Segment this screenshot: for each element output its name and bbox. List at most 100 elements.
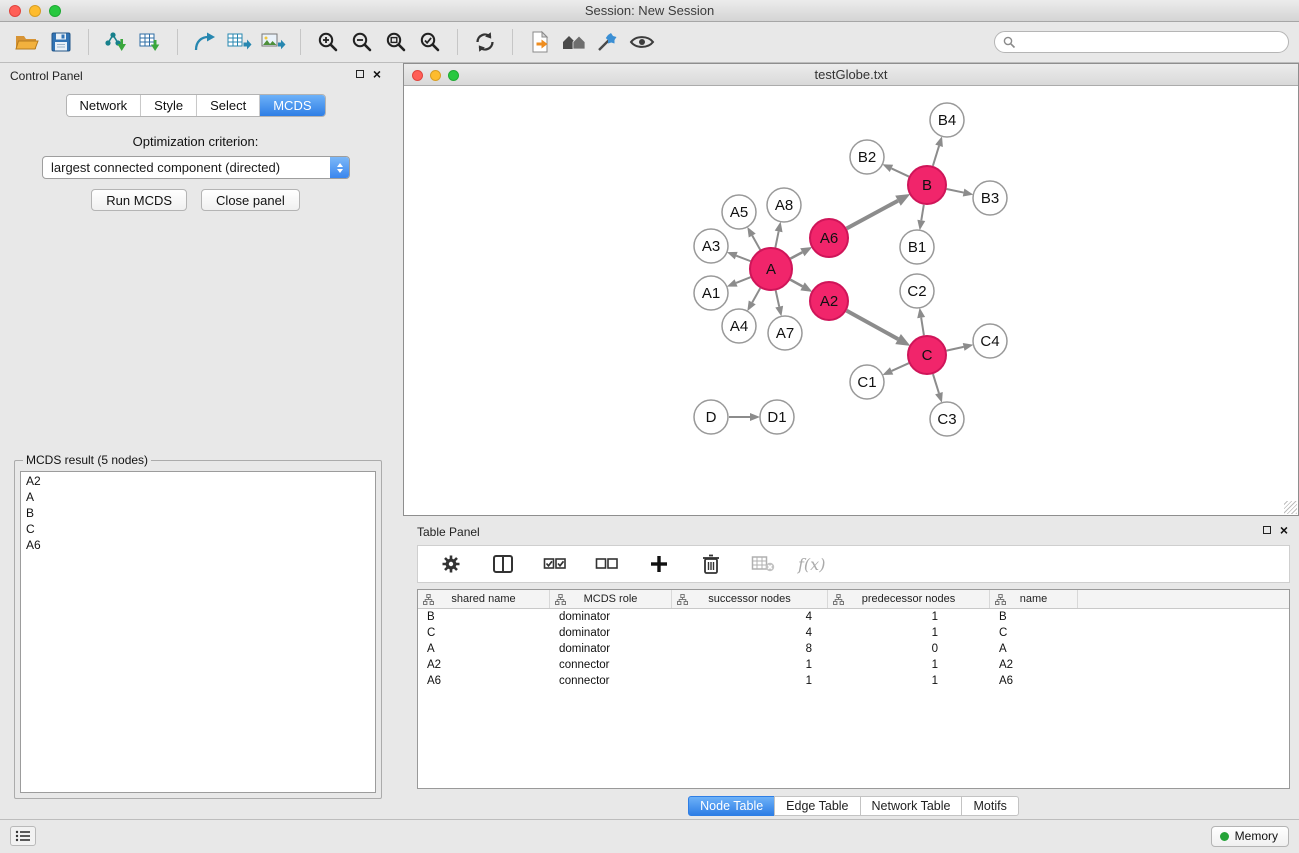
add-column-button[interactable]: [642, 547, 676, 581]
tab-network[interactable]: Network: [66, 95, 141, 116]
graph-edge-A-A3[interactable]: [736, 256, 750, 261]
close-window-button[interactable]: [9, 5, 21, 17]
graph-edge-A2-C[interactable]: [847, 311, 899, 339]
show-graphics-details-button[interactable]: [625, 25, 659, 59]
graph-node-C1[interactable]: C1: [850, 365, 884, 399]
graph-node-A4[interactable]: A4: [722, 309, 756, 343]
table-row[interactable]: Bdominator41B: [418, 609, 1289, 625]
run-mcds-button[interactable]: Run MCDS: [91, 189, 187, 211]
graph-edge-C-C2[interactable]: [921, 318, 924, 336]
column-header-MCDS-role[interactable]: MCDS role: [550, 590, 672, 608]
close-panel-icon[interactable]: ×: [373, 69, 381, 79]
minimize-window-button[interactable]: [29, 5, 41, 17]
graph-node-A[interactable]: A: [750, 248, 792, 290]
network-from-table-button[interactable]: [222, 25, 256, 59]
graph-edge-A-A2[interactable]: [790, 280, 802, 287]
network-graph[interactable]: B4B2BB3B1A5A8A6A3AA1A2C2A4A7C4CC1C3DD1: [404, 86, 1298, 515]
column-header-predecessor-nodes[interactable]: predecessor nodes: [828, 590, 990, 608]
graph-edge-C-C3[interactable]: [933, 374, 939, 393]
graph-node-D1[interactable]: D1: [760, 400, 794, 434]
tab-network-table[interactable]: Network Table: [860, 796, 963, 816]
float-panel-icon[interactable]: [356, 70, 364, 78]
graph-edge-C-C4[interactable]: [947, 347, 964, 351]
zoom-in-button[interactable]: [311, 25, 345, 59]
graph-edge-A6-B[interactable]: [847, 201, 898, 229]
network-overview-button[interactable]: [557, 25, 591, 59]
graph-edge-B-B1[interactable]: [921, 205, 924, 221]
mcds-result-item[interactable]: B: [24, 505, 372, 521]
graph-node-B2[interactable]: B2: [850, 140, 884, 174]
tab-mcds[interactable]: MCDS: [260, 95, 324, 116]
style-wand-button[interactable]: [591, 25, 625, 59]
graph-edge-A-A1[interactable]: [736, 277, 751, 283]
save-session-button[interactable]: [44, 25, 78, 59]
import-network-file-button[interactable]: [99, 25, 133, 59]
zoom-selected-button[interactable]: [413, 25, 447, 59]
column-header-shared-name[interactable]: shared name: [418, 590, 550, 608]
task-history-button[interactable]: [10, 826, 36, 846]
graph-node-A3[interactable]: A3: [694, 229, 728, 263]
column-header-name[interactable]: name: [990, 590, 1078, 608]
zoom-fit-button[interactable]: [379, 25, 413, 59]
resize-grip-icon[interactable]: [1284, 501, 1297, 514]
export-document-button[interactable]: [523, 25, 557, 59]
graph-edge-B-B3[interactable]: [947, 189, 964, 193]
delete-column-button[interactable]: [694, 547, 728, 581]
table-row[interactable]: A2connector11A2: [418, 657, 1289, 673]
tab-select[interactable]: Select: [197, 95, 260, 116]
graph-node-C3[interactable]: C3: [930, 402, 964, 436]
graph-edge-B-B2[interactable]: [891, 168, 908, 176]
open-session-button[interactable]: [10, 25, 44, 59]
column-header-successor-nodes[interactable]: successor nodes: [672, 590, 828, 608]
deselect-all-button[interactable]: [590, 547, 624, 581]
float-table-panel-icon[interactable]: [1263, 526, 1271, 534]
table-row[interactable]: Cdominator41C: [418, 625, 1289, 641]
zoom-window-button[interactable]: [49, 5, 61, 17]
table-row[interactable]: A6connector11A6: [418, 673, 1289, 689]
graph-edge-A-A4[interactable]: [752, 288, 760, 302]
graph-edge-C-C1[interactable]: [892, 363, 909, 371]
graph-node-C4[interactable]: C4: [973, 324, 1007, 358]
select-all-button[interactable]: [538, 547, 572, 581]
graph-node-A1[interactable]: A1: [694, 276, 728, 310]
mcds-result-item[interactable]: C: [24, 521, 372, 537]
graph-node-B[interactable]: B: [908, 166, 946, 204]
network-close-button[interactable]: [412, 70, 423, 81]
graph-edge-A-A8[interactable]: [775, 231, 778, 247]
graph-node-A7[interactable]: A7: [768, 316, 802, 350]
show-column-button[interactable]: [486, 547, 520, 581]
graph-node-A2[interactable]: A2: [810, 282, 848, 320]
graph-edge-B-B4[interactable]: [933, 146, 939, 166]
zoom-out-button[interactable]: [345, 25, 379, 59]
export-image-button[interactable]: [256, 25, 290, 59]
table-settings-button[interactable]: [434, 547, 468, 581]
mcds-result-list[interactable]: A2ABCA6: [20, 471, 376, 793]
graph-edge-A-A5[interactable]: [752, 236, 760, 250]
search-input[interactable]: [994, 31, 1289, 53]
close-panel-button[interactable]: Close panel: [201, 189, 300, 211]
graph-node-D[interactable]: D: [694, 400, 728, 434]
graph-edge-A-A7[interactable]: [776, 290, 780, 306]
graph-node-A6[interactable]: A6: [810, 219, 848, 257]
graph-node-B3[interactable]: B3: [973, 181, 1007, 215]
tab-node-table[interactable]: Node Table: [688, 796, 775, 816]
mcds-result-item[interactable]: A2: [24, 473, 372, 489]
graph-node-C[interactable]: C: [908, 336, 946, 374]
table-row[interactable]: Adominator80A: [418, 641, 1289, 657]
tab-style[interactable]: Style: [141, 95, 197, 116]
table-body[interactable]: Bdominator41BCdominator41CAdominator80AA…: [418, 609, 1289, 788]
tab-motifs[interactable]: Motifs: [961, 796, 1018, 816]
apply-layout-button[interactable]: [468, 25, 502, 59]
close-table-panel-icon[interactable]: ×: [1280, 525, 1288, 535]
graph-node-B1[interactable]: B1: [900, 230, 934, 264]
graph-node-A5[interactable]: A5: [722, 195, 756, 229]
import-table-file-button[interactable]: [133, 25, 167, 59]
memory-button[interactable]: Memory: [1211, 826, 1289, 847]
mcds-result-item[interactable]: A: [24, 489, 372, 505]
graph-node-A8[interactable]: A8: [767, 188, 801, 222]
graph-edge-A-A6[interactable]: [790, 252, 802, 258]
tab-edge-table[interactable]: Edge Table: [774, 796, 860, 816]
network-minimize-button[interactable]: [430, 70, 441, 81]
graph-node-C2[interactable]: C2: [900, 274, 934, 308]
clone-network-button[interactable]: [188, 25, 222, 59]
